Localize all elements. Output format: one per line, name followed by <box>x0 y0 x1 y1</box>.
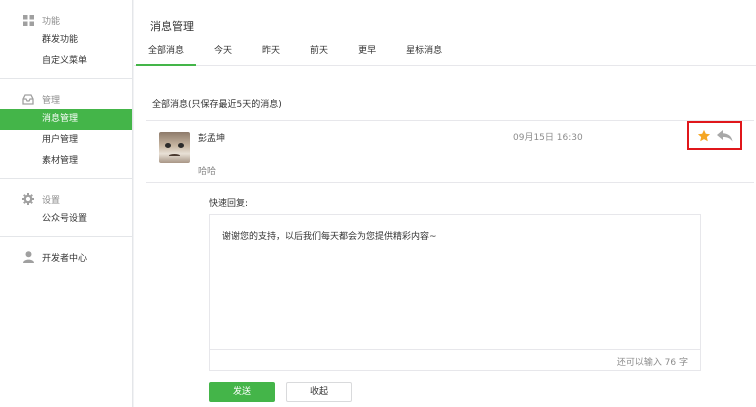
sidebar-item-developer-center[interactable]: 开发者中心 <box>0 247 132 267</box>
gear-icon <box>22 193 34 205</box>
message-time: 09月15日 16:30 <box>513 133 583 143</box>
sidebar-item-materials[interactable]: 素材管理 <box>0 151 132 172</box>
sidebar-item-account-settings[interactable]: 公众号设置 <box>0 209 132 230</box>
star-icon[interactable] <box>697 129 711 143</box>
reply-text[interactable]: 谢谢您的支持，以后我们每天都会为您提供精彩内容~ <box>222 229 437 242</box>
reply-icon[interactable] <box>717 130 733 142</box>
user-name[interactable]: 彭孟坤 <box>198 131 225 144</box>
main-panel: 消息管理 全部消息 今天 昨天 前天 更早 星标消息 全部消息(只保存最近5天的… <box>134 0 756 407</box>
nav-group-title: 管理 <box>0 89 132 109</box>
quick-reply-label: 快速回复: <box>209 199 249 209</box>
message-actions-highlight <box>687 121 742 150</box>
sidebar-item-custom-menu[interactable]: 自定义菜单 <box>0 51 132 72</box>
avatar[interactable] <box>159 132 190 163</box>
sidebar: 功能 群发功能 自定义菜单 管理 消息管理 用户管理 素材管理 设置 公众号设置 <box>0 0 133 407</box>
tab-earlier[interactable]: 更早 <box>346 38 388 66</box>
sidebar-item-users[interactable]: 用户管理 <box>0 130 132 151</box>
nav-group-label: 开发者中心 <box>42 253 88 264</box>
tab-today[interactable]: 今天 <box>202 38 244 66</box>
char-counter: 还可以输入 76 字 <box>616 358 688 368</box>
tab-all-messages[interactable]: 全部消息 <box>136 38 197 66</box>
tab-yesterday[interactable]: 昨天 <box>250 38 292 66</box>
nav-group-label: 功能 <box>42 16 61 27</box>
counter-bar: 还可以输入 76 字 <box>210 349 700 370</box>
nav-group-title: 设置 <box>0 189 132 209</box>
tab-starred[interactable]: 星标消息 <box>394 38 454 66</box>
message-card: 彭孟坤 哈哈 09月15日 16:30 快速回复: 谢谢您的支持，以后我们每天都… <box>146 120 754 407</box>
nav-group-label: 管理 <box>42 95 61 106</box>
nav-group-developer: 开发者中心 <box>0 237 132 273</box>
collapse-button[interactable]: 收起 <box>286 382 352 402</box>
nav-group-title: 功能 <box>0 10 132 30</box>
quick-reply-textarea[interactable]: 谢谢您的支持，以后我们每天都会为您提供精彩内容~ 还可以输入 76 字 <box>209 214 701 371</box>
nav-group-function: 功能 群发功能 自定义菜单 <box>0 0 132 79</box>
nav-group-settings: 设置 公众号设置 <box>0 179 132 237</box>
inbox-icon <box>22 93 34 105</box>
grid-icon <box>22 14 34 26</box>
sidebar-item-mass-send[interactable]: 群发功能 <box>0 30 132 51</box>
nav-group-manage: 管理 消息管理 用户管理 素材管理 <box>0 79 132 179</box>
send-button[interactable]: 发送 <box>209 382 275 402</box>
section-label: 全部消息(只保存最近5天的消息) <box>152 100 282 110</box>
person-icon <box>22 251 34 263</box>
message-tabs: 全部消息 今天 昨天 前天 更早 星标消息 <box>134 38 756 66</box>
nav-group-label: 设置 <box>42 195 61 206</box>
sidebar-item-messages[interactable]: 消息管理 <box>0 109 132 130</box>
message-header: 彭孟坤 哈哈 09月15日 16:30 <box>146 121 754 183</box>
message-text: 哈哈 <box>198 167 217 177</box>
page-title: 消息管理 <box>150 20 194 33</box>
tab-day-before[interactable]: 前天 <box>298 38 340 66</box>
